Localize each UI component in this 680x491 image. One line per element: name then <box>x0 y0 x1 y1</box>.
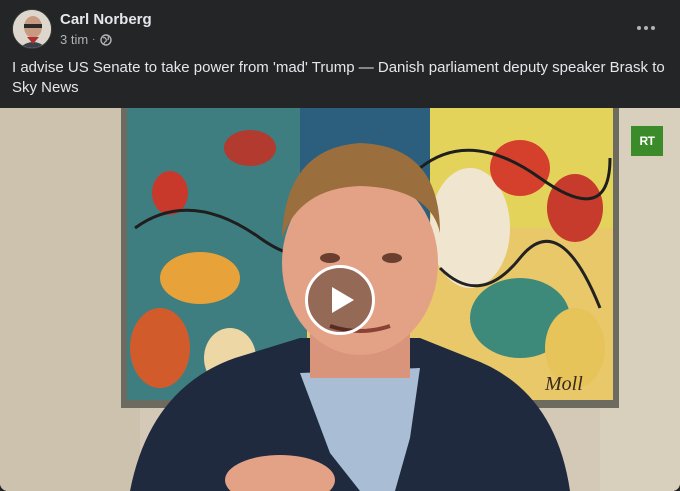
author-avatar[interactable] <box>12 9 52 49</box>
painting-signature: Moll <box>544 373 583 395</box>
post-caption: I advise US Senate to take power from 'm… <box>12 59 665 96</box>
facebook-post: Carl Norberg 3 tim · I advise US Senate … <box>0 0 680 491</box>
post-header: Carl Norberg 3 tim · <box>0 0 680 56</box>
meta-separator: · <box>92 34 96 45</box>
more-options-icon[interactable] <box>628 16 664 40</box>
globe-icon[interactable] <box>99 33 112 46</box>
video-player[interactable]: Moll <box>0 108 680 491</box>
play-icon <box>332 287 354 313</box>
play-button[interactable] <box>305 265 375 335</box>
author-name[interactable]: Carl Norberg <box>60 11 152 28</box>
post-timestamp[interactable]: 3 tim <box>60 32 88 47</box>
channel-logo: RT <box>631 126 663 156</box>
post-meta: 3 tim · <box>60 32 112 47</box>
